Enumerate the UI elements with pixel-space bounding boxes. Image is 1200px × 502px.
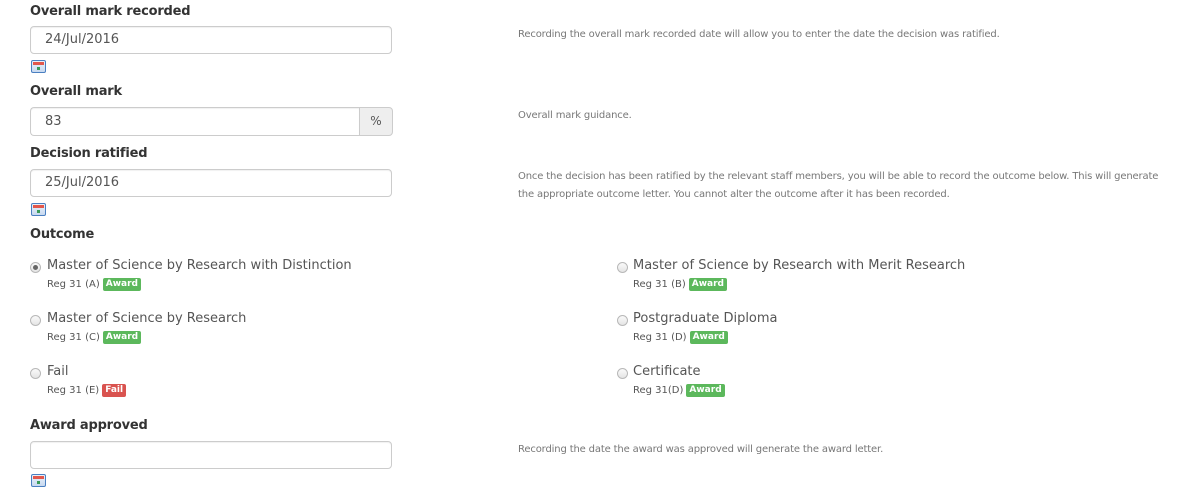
outcome-radio-distinction[interactable] — [30, 262, 41, 273]
outcome-option-sub: Reg 31(D) Award — [633, 384, 725, 397]
decision-ratified-input[interactable]: 25/Jul/2016 — [30, 169, 392, 197]
outcome-label: Outcome — [30, 227, 95, 242]
overall-mark-input[interactable]: 83 — [30, 107, 359, 136]
outcome-radio-certificate[interactable] — [617, 368, 628, 379]
outcome-option-reg: Reg 31 (E) — [47, 385, 100, 396]
overall-mark-input-group: 83 % — [30, 107, 393, 136]
outcome-option-reg: Reg 31(D) — [633, 385, 684, 396]
award-badge: Award — [102, 331, 142, 344]
outcome-radio-fail[interactable] — [30, 368, 41, 379]
calendar-icon[interactable] — [31, 474, 46, 487]
award-badge: Award — [689, 331, 728, 344]
outcome-radio-pg-diploma[interactable] — [617, 315, 628, 326]
calendar-icon[interactable] — [31, 60, 46, 73]
decision-ratified-label: Decision ratified — [30, 146, 148, 161]
award-approved-help: Recording the date the award was approve… — [518, 444, 884, 455]
outcome-option-sub: Reg 31 (B) Award — [633, 278, 727, 291]
outcome-option-title[interactable]: Postgraduate Diploma — [633, 311, 778, 326]
outcome-option-title[interactable]: Master of Science by Research with Merit… — [633, 258, 965, 273]
decision-ratified-help-line-1: Once the decision has been ratified by t… — [518, 171, 1159, 182]
outcome-radio-merit[interactable] — [617, 262, 628, 273]
overall-mark-recorded-help: Recording the overall mark recorded date… — [518, 29, 1000, 40]
decision-ratified-help: Once the decision has been ratified by t… — [518, 168, 1158, 204]
outcome-option-title[interactable]: Fail — [47, 364, 68, 379]
overall-mark-label: Overall mark — [30, 84, 122, 99]
outcome-option-reg: Reg 31 (C) — [47, 332, 100, 343]
decision-ratified-help-line-2: the appropriate outcome letter. You cann… — [518, 189, 950, 200]
outcome-option-sub: Reg 31 (D) Award — [633, 331, 728, 344]
outcome-option-title[interactable]: Master of Science by Research — [47, 311, 246, 326]
calendar-icon[interactable] — [31, 203, 46, 216]
outcome-option-reg: Reg 31 (B) — [633, 279, 686, 290]
outcome-option-sub: Reg 31 (E) Fail — [47, 384, 127, 397]
outcome-option-title[interactable]: Certificate — [633, 364, 701, 379]
percent-addon: % — [359, 107, 393, 136]
fail-badge: Fail — [102, 384, 127, 397]
overall-mark-recorded-input[interactable]: 24/Jul/2016 — [30, 26, 392, 54]
outcome-radio-msc-research[interactable] — [30, 315, 41, 326]
award-badge: Award — [102, 278, 141, 291]
overall-mark-recorded-label: Overall mark recorded — [30, 4, 191, 19]
outcome-option-sub: Reg 31 (A) Award — [47, 278, 141, 291]
outcome-option-sub: Reg 31 (C) Award — [47, 331, 142, 344]
overall-mark-help: Overall mark guidance. — [518, 110, 632, 121]
outcome-option-reg: Reg 31 (D) — [633, 332, 687, 343]
award-approved-label: Award approved — [30, 418, 148, 433]
award-approved-input[interactable] — [30, 441, 392, 469]
award-badge: Award — [688, 278, 727, 291]
award-badge: Award — [686, 384, 725, 397]
outcome-option-reg: Reg 31 (A) — [47, 279, 100, 290]
outcome-option-title[interactable]: Master of Science by Research with Disti… — [47, 258, 352, 273]
